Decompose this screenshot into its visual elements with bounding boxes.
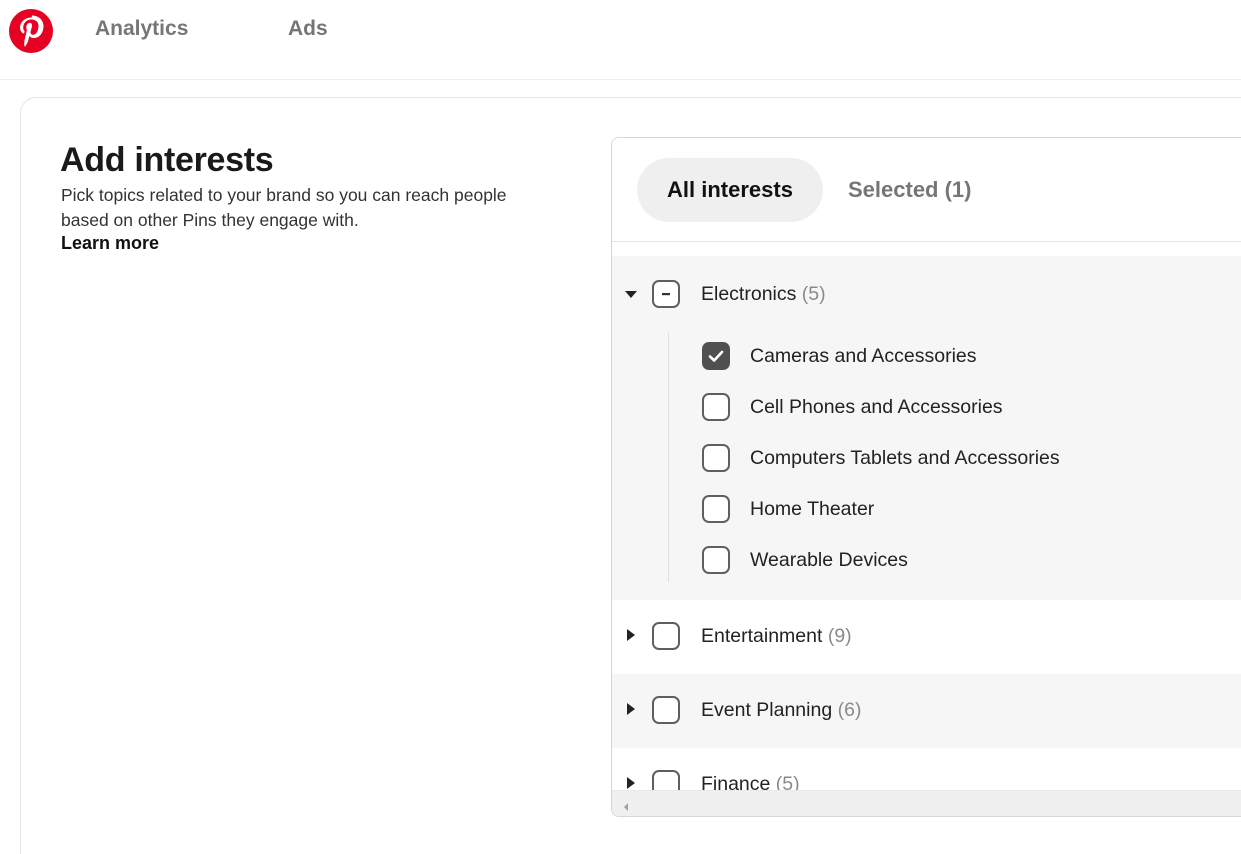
category-label: Electronics (5): [701, 283, 826, 305]
tab-bar: All interests Selected (1): [612, 138, 1241, 242]
learn-more-link[interactable]: Learn more: [61, 233, 159, 254]
caret-right-icon[interactable]: [624, 702, 638, 716]
home-theater-checkbox[interactable]: [702, 495, 730, 523]
check-icon: [708, 350, 724, 362]
minus-icon: [662, 293, 670, 296]
pinterest-logo-icon[interactable]: [8, 8, 54, 54]
finance-checkbox[interactable]: [652, 770, 680, 792]
page-title: Add interests: [60, 141, 274, 179]
category-entertainment: Entertainment (9): [612, 600, 1241, 674]
category-finance: Finance (5): [612, 748, 1241, 792]
top-nav: Analytics Ads: [0, 0, 1241, 80]
subcategory-label: Home Theater: [750, 498, 875, 520]
subcategory-label: Wearable Devices: [750, 549, 908, 571]
interests-list: Electronics (5) Cameras and Accessories …: [612, 242, 1241, 792]
scroll-left-icon[interactable]: [622, 799, 630, 811]
caret-right-icon[interactable]: [624, 776, 638, 790]
horizontal-scrollbar[interactable]: [612, 790, 1241, 816]
subcategory-label: Cameras and Accessories: [750, 345, 977, 367]
cameras-checkbox[interactable]: [702, 342, 730, 370]
subcategory-label: Cell Phones and Accessories: [750, 396, 1003, 418]
category-label: Entertainment (9): [701, 625, 852, 647]
page-description: Pick topics related to your brand so you…: [61, 185, 507, 230]
nav-ads[interactable]: Ads: [288, 17, 328, 41]
category-event-planning: Event Planning (6): [612, 674, 1241, 748]
tab-selected[interactable]: Selected (1): [848, 158, 972, 222]
tab-all-interests[interactable]: All interests: [637, 158, 823, 222]
entertainment-checkbox[interactable]: [652, 622, 680, 650]
nav-analytics[interactable]: Analytics: [95, 17, 188, 41]
caret-down-icon[interactable]: [624, 287, 638, 301]
subcategory-label: Computers Tablets and Accessories: [750, 447, 1060, 469]
category-label: Event Planning (6): [701, 699, 862, 721]
category-electronics: Electronics (5) Cameras and Accessories …: [612, 256, 1241, 600]
electronics-checkbox[interactable]: [652, 280, 680, 308]
computers-checkbox[interactable]: [702, 444, 730, 472]
interests-panel: All interests Selected (1) Electronics (…: [611, 137, 1241, 817]
caret-right-icon[interactable]: [624, 628, 638, 642]
tree-divider: [668, 332, 669, 582]
cell-phones-checkbox[interactable]: [702, 393, 730, 421]
wearable-devices-checkbox[interactable]: [702, 546, 730, 574]
event-planning-checkbox[interactable]: [652, 696, 680, 724]
